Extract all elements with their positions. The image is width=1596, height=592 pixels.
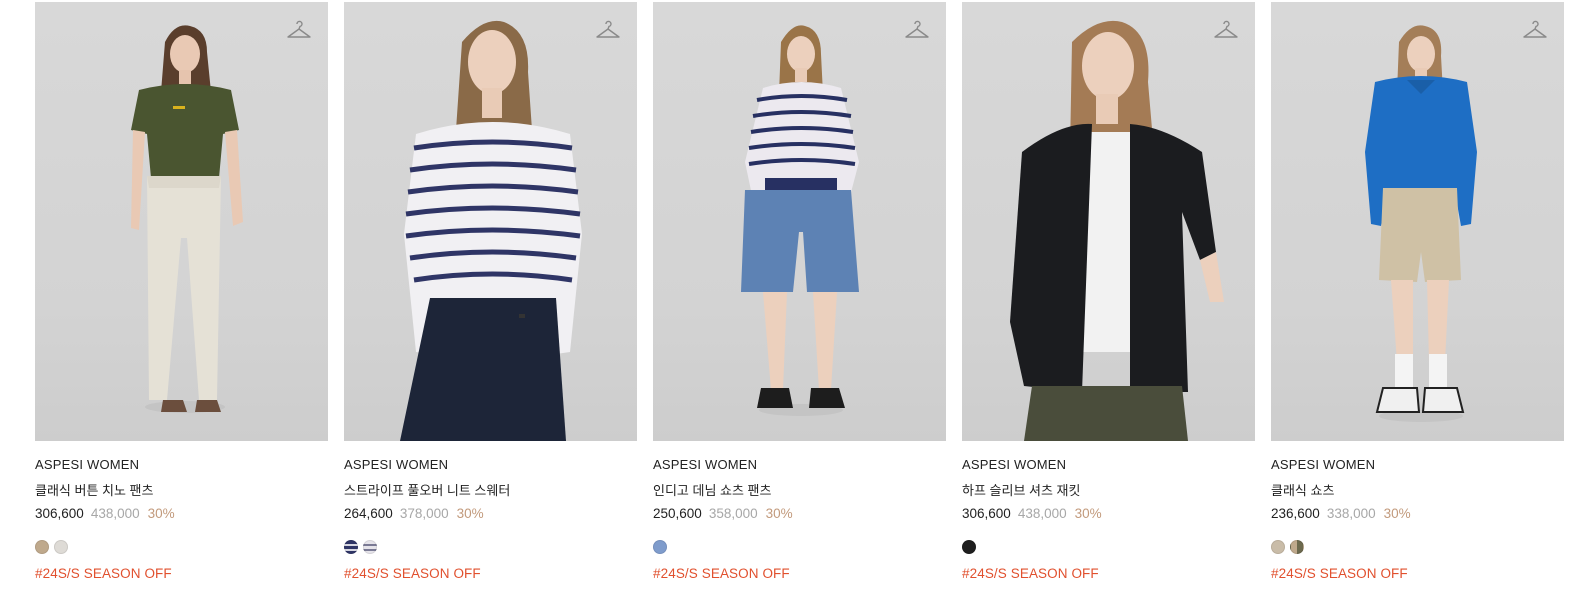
color-swatches — [344, 540, 382, 555]
color-swatch[interactable] — [54, 540, 68, 554]
color-swatch[interactable] — [35, 540, 49, 554]
color-swatch[interactable] — [363, 540, 377, 554]
product-name[interactable]: 클래식 쇼츠 — [1271, 480, 1334, 499]
price-row: 236,600 338,000 30% — [1271, 506, 1411, 521]
product-card[interactable]: ASPESI WOMEN 클래식 쇼츠 236,600 338,000 30% #2… — [1271, 2, 1564, 592]
brand-name[interactable]: ASPESI WOMEN — [1271, 457, 1375, 472]
color-swatch[interactable] — [653, 540, 667, 554]
product-card[interactable]: ASPESI WOMEN 클래식 버튼 치노 팬츠 306,600 438,000… — [35, 2, 328, 592]
color-swatch[interactable] — [1290, 540, 1304, 554]
sale-price: 236,600 — [1271, 506, 1320, 521]
model-photo — [1010, 20, 1224, 441]
product-card[interactable]: ASPESI WOMEN 스트라이프 풀오버 니트 스웨터 264,600 378… — [344, 2, 637, 592]
discount-rate: 30% — [147, 506, 175, 521]
original-price: 338,000 — [1326, 506, 1376, 521]
product-name[interactable]: 클래식 버튼 치노 팬츠 — [35, 480, 153, 499]
color-swatch[interactable] — [344, 540, 358, 554]
promo-tag[interactable]: #24S/S SEASON OFF — [344, 566, 481, 581]
color-swatches — [35, 540, 73, 555]
original-price: 358,000 — [708, 506, 758, 521]
color-swatch[interactable] — [1271, 540, 1285, 554]
discount-rate: 30% — [1383, 506, 1411, 521]
discount-rate: 30% — [765, 506, 793, 521]
hanger-icon[interactable] — [1213, 18, 1239, 42]
brand-name[interactable]: ASPESI WOMEN — [344, 457, 448, 472]
price-row: 306,600 438,000 30% — [35, 506, 175, 521]
original-price: 438,000 — [90, 506, 140, 521]
brand-name[interactable]: ASPESI WOMEN — [35, 457, 139, 472]
original-price: 378,000 — [399, 506, 449, 521]
model-photo — [1365, 25, 1477, 422]
discount-rate: 30% — [1074, 506, 1102, 521]
price-row: 264,600 378,000 30% — [344, 506, 484, 521]
product-card[interactable]: ASPESI WOMEN 인디고 데님 쇼츠 팬츠 250,600 358,000… — [653, 2, 946, 592]
color-swatches — [962, 540, 981, 555]
product-card[interactable]: ASPESI WOMEN 하프 슬리브 셔츠 재킷 306,600 438,000… — [962, 2, 1255, 592]
discount-rate: 30% — [456, 506, 484, 521]
hanger-icon[interactable] — [595, 18, 621, 42]
hanger-icon[interactable] — [286, 18, 312, 42]
model-photo — [131, 25, 243, 413]
color-swatches — [1271, 540, 1309, 555]
sale-price: 306,600 — [35, 506, 84, 521]
product-image[interactable] — [962, 2, 1255, 441]
product-grid: ASPESI WOMEN 클래식 버튼 치노 팬츠 306,600 438,000… — [35, 2, 1596, 592]
sale-price: 250,600 — [653, 506, 702, 521]
hanger-icon[interactable] — [904, 18, 930, 42]
product-name[interactable]: 스트라이프 풀오버 니트 스웨터 — [344, 480, 510, 499]
color-swatches — [653, 540, 672, 555]
sale-price: 306,600 — [962, 506, 1011, 521]
model-photo — [400, 20, 582, 441]
price-row: 306,600 438,000 30% — [962, 506, 1102, 521]
brand-name[interactable]: ASPESI WOMEN — [962, 457, 1066, 472]
promo-tag[interactable]: #24S/S SEASON OFF — [962, 566, 1099, 581]
product-image[interactable] — [1271, 2, 1564, 441]
original-price: 438,000 — [1017, 506, 1067, 521]
hanger-icon[interactable] — [1522, 18, 1548, 42]
sale-price: 264,600 — [344, 506, 393, 521]
model-photo — [741, 25, 859, 416]
product-image[interactable] — [344, 2, 637, 441]
color-swatch[interactable] — [962, 540, 976, 554]
price-row: 250,600 358,000 30% — [653, 506, 793, 521]
promo-tag[interactable]: #24S/S SEASON OFF — [653, 566, 790, 581]
promo-tag[interactable]: #24S/S SEASON OFF — [1271, 566, 1408, 581]
brand-name[interactable]: ASPESI WOMEN — [653, 457, 757, 472]
product-name[interactable]: 하프 슬리브 셔츠 재킷 — [962, 480, 1080, 499]
product-image[interactable] — [653, 2, 946, 441]
promo-tag[interactable]: #24S/S SEASON OFF — [35, 566, 172, 581]
product-image[interactable] — [35, 2, 328, 441]
product-name[interactable]: 인디고 데님 쇼츠 팬츠 — [653, 480, 771, 499]
